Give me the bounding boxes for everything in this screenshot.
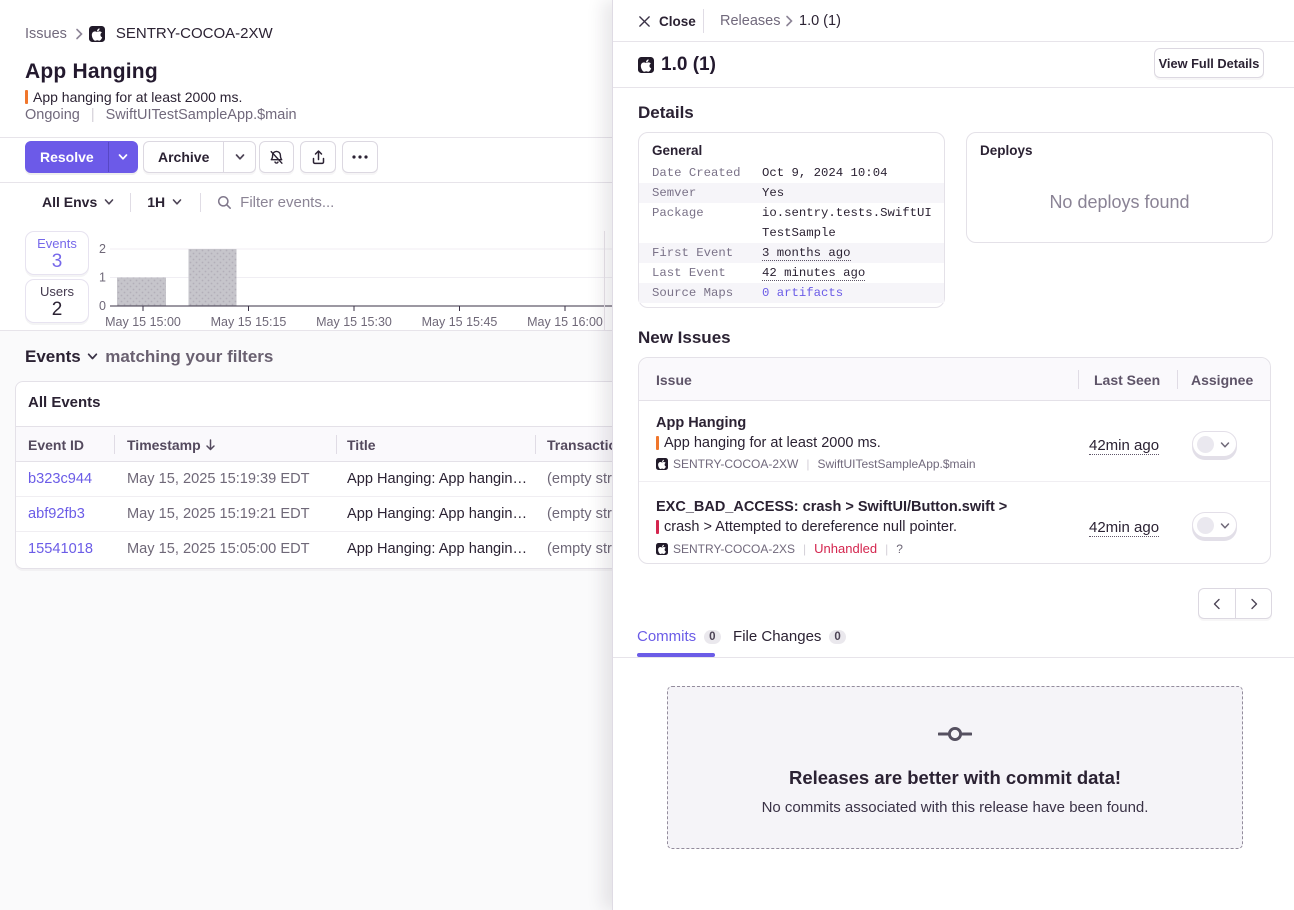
svg-text:May 15 15:00: May 15 15:00 — [105, 315, 181, 329]
svg-text:0: 0 — [99, 299, 106, 313]
svg-text:1: 1 — [99, 271, 106, 285]
svg-text:May 15 15:15: May 15 15:15 — [211, 315, 287, 329]
svg-text:May 15 15:30: May 15 15:30 — [316, 315, 392, 329]
svg-text:May 15 16:00: May 15 16:00 — [527, 315, 603, 329]
svg-text:May 15 15:45: May 15 15:45 — [422, 315, 498, 329]
svg-text:2: 2 — [99, 242, 106, 256]
